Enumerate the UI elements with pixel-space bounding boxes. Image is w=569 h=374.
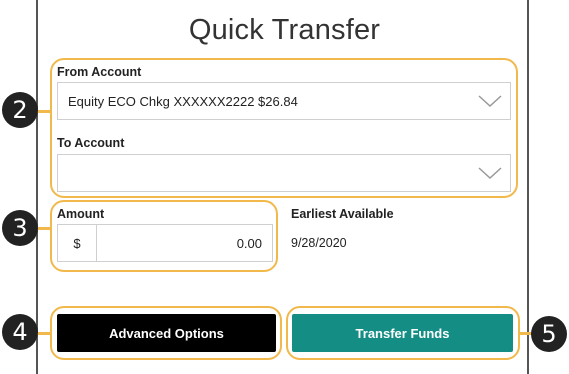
from-account-select[interactable]: Equity ECO Chkg XXXXXX2222 $26.84 [57,82,511,120]
amount-label: Amount [57,207,105,221]
callout-badge-5: 5 [531,316,567,352]
to-account-select[interactable] [57,154,511,192]
from-account-label: From Account [57,65,142,79]
earliest-available-label: Earliest Available [291,207,394,221]
currency-symbol: $ [58,225,97,261]
to-account-label: To Account [57,136,125,150]
advanced-options-button[interactable]: Advanced Options [57,314,276,352]
transfer-funds-button[interactable]: Transfer Funds [292,314,513,352]
amount-input[interactable]: $ 0.00 [57,224,273,262]
from-account-value: Equity ECO Chkg XXXXXX2222 $26.84 [68,93,298,109]
callout-badge-2: 2 [2,92,38,128]
earliest-available-date: 9/28/2020 [291,236,347,250]
callout-badge-4: 4 [2,314,38,350]
chevron-down-icon [478,95,502,108]
chevron-down-icon [478,167,502,180]
amount-value: 0.00 [236,235,262,251]
callout-connector-2 [36,110,50,113]
page-title: Quick Transfer [188,14,381,46]
callout-connector-4 [36,332,50,335]
left-frame-line [36,0,38,374]
right-frame-line [527,0,529,374]
callout-connector-3 [36,227,50,230]
callout-badge-3: 3 [2,210,38,246]
